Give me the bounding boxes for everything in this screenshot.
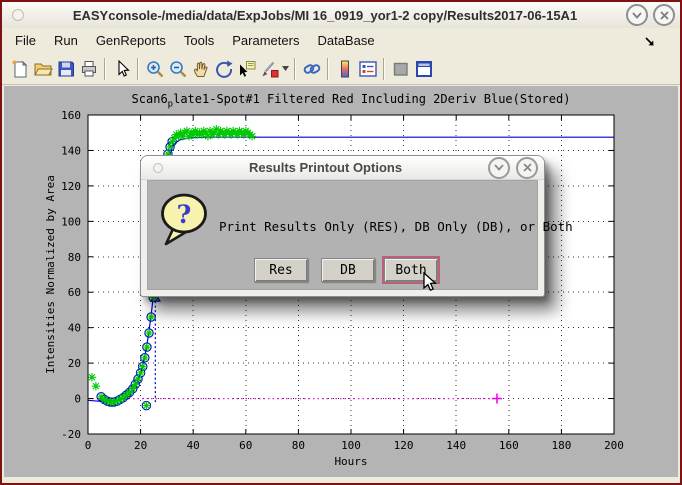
toolbar-separator — [104, 58, 106, 80]
corner-arrow-icon[interactable] — [644, 35, 656, 53]
svg-text:80: 80 — [68, 251, 81, 264]
svg-text:140: 140 — [446, 439, 466, 452]
svg-text:100: 100 — [341, 439, 361, 452]
open-folder-icon[interactable] — [31, 57, 54, 80]
svg-text:Intensities Normalized by Area: Intensities Normalized by Area — [44, 175, 57, 374]
menu-database[interactable]: DataBase — [308, 29, 383, 52]
dialog-content: ? Print Results Only (RES), DB Only (DB)… — [147, 180, 538, 290]
svg-text:-20: -20 — [61, 428, 81, 441]
window-close-button[interactable] — [653, 4, 675, 26]
mouse-cursor-icon — [423, 272, 438, 298]
question-balloon-icon: ? — [159, 192, 209, 253]
dialog-title: Results Printout Options — [163, 160, 488, 175]
svg-text:40: 40 — [68, 322, 81, 335]
insert-colorbar-icon[interactable] — [333, 57, 356, 80]
menu-bar: File Run GenReports Tools Parameters Dat… — [2, 28, 680, 54]
close-icon — [660, 11, 669, 20]
dialog-message: Print Results Only (RES), DB Only (DB), … — [219, 219, 573, 234]
window-titlebar: EASYconsole-/media/data/ExpJobs/MI 16_09… — [2, 2, 680, 29]
zoom-in-icon[interactable] — [143, 57, 166, 80]
svg-text:60: 60 — [68, 286, 81, 299]
db-button[interactable]: DB — [321, 258, 375, 282]
zoom-out-icon[interactable] — [166, 57, 189, 80]
menu-tools[interactable]: Tools — [175, 29, 223, 52]
svg-text:80: 80 — [292, 439, 305, 452]
svg-text:Hours: Hours — [334, 455, 367, 468]
hide-plot-tools-icon[interactable] — [389, 57, 412, 80]
menu-genreports[interactable]: GenReports — [87, 29, 175, 52]
svg-text:120: 120 — [394, 439, 414, 452]
brush-dropdown-icon[interactable] — [281, 58, 290, 80]
dialog-titlebar: Results Printout Options — [141, 156, 544, 180]
chevron-down-icon — [494, 164, 504, 171]
svg-text:20: 20 — [68, 357, 81, 370]
svg-text:180: 180 — [551, 439, 571, 452]
window-minimize-button[interactable] — [626, 4, 648, 26]
figure-toolbar — [2, 53, 680, 85]
rotate-3d-icon[interactable] — [212, 57, 235, 80]
svg-text:100: 100 — [61, 215, 81, 228]
toolbar-separator — [327, 58, 329, 80]
pan-hand-icon[interactable] — [189, 57, 212, 80]
dock-figure-icon[interactable] — [412, 57, 435, 80]
save-icon[interactable] — [54, 57, 77, 80]
svg-text:120: 120 — [61, 180, 81, 193]
chevron-down-icon — [632, 12, 642, 19]
insert-legend-icon[interactable] — [356, 57, 379, 80]
window-title: EASYconsole-/media/data/ExpJobs/MI 16_09… — [24, 8, 626, 23]
toolbar-separator — [383, 58, 385, 80]
svg-text:0: 0 — [74, 393, 81, 406]
menu-parameters[interactable]: Parameters — [223, 29, 308, 52]
svg-text:?: ? — [177, 200, 192, 229]
svg-text:140: 140 — [61, 144, 81, 157]
toolbar-separator — [137, 58, 139, 80]
brush-icon[interactable] — [258, 57, 281, 80]
res-button[interactable]: Res — [254, 258, 308, 282]
menu-run[interactable]: Run — [45, 29, 87, 52]
dialog-minimize-button[interactable] — [488, 157, 510, 179]
easyconsole-window: EASYconsole-/media/data/ExpJobs/MI 16_09… — [0, 0, 682, 485]
cursor-arrow-icon[interactable] — [110, 57, 133, 80]
svg-text:20: 20 — [134, 439, 147, 452]
dialog-menu-button[interactable] — [153, 163, 163, 173]
dialog-close-button[interactable] — [516, 157, 538, 179]
svg-text:160: 160 — [499, 439, 519, 452]
svg-text:60: 60 — [239, 439, 252, 452]
new-document-icon[interactable] — [8, 57, 31, 80]
menu-file[interactable]: File — [6, 29, 45, 52]
link-plots-icon[interactable] — [300, 57, 323, 80]
svg-text:200: 200 — [604, 439, 624, 452]
toolbar-separator — [294, 58, 296, 80]
window-menu-button[interactable] — [12, 9, 24, 21]
close-icon — [523, 163, 532, 172]
svg-text:0: 0 — [85, 439, 92, 452]
results-printout-dialog: Results Printout Options ? Print Results… — [140, 155, 545, 297]
svg-text:160: 160 — [61, 109, 81, 122]
data-cursor-icon[interactable] — [235, 57, 258, 80]
svg-text:40: 40 — [187, 439, 200, 452]
print-icon[interactable] — [77, 57, 100, 80]
